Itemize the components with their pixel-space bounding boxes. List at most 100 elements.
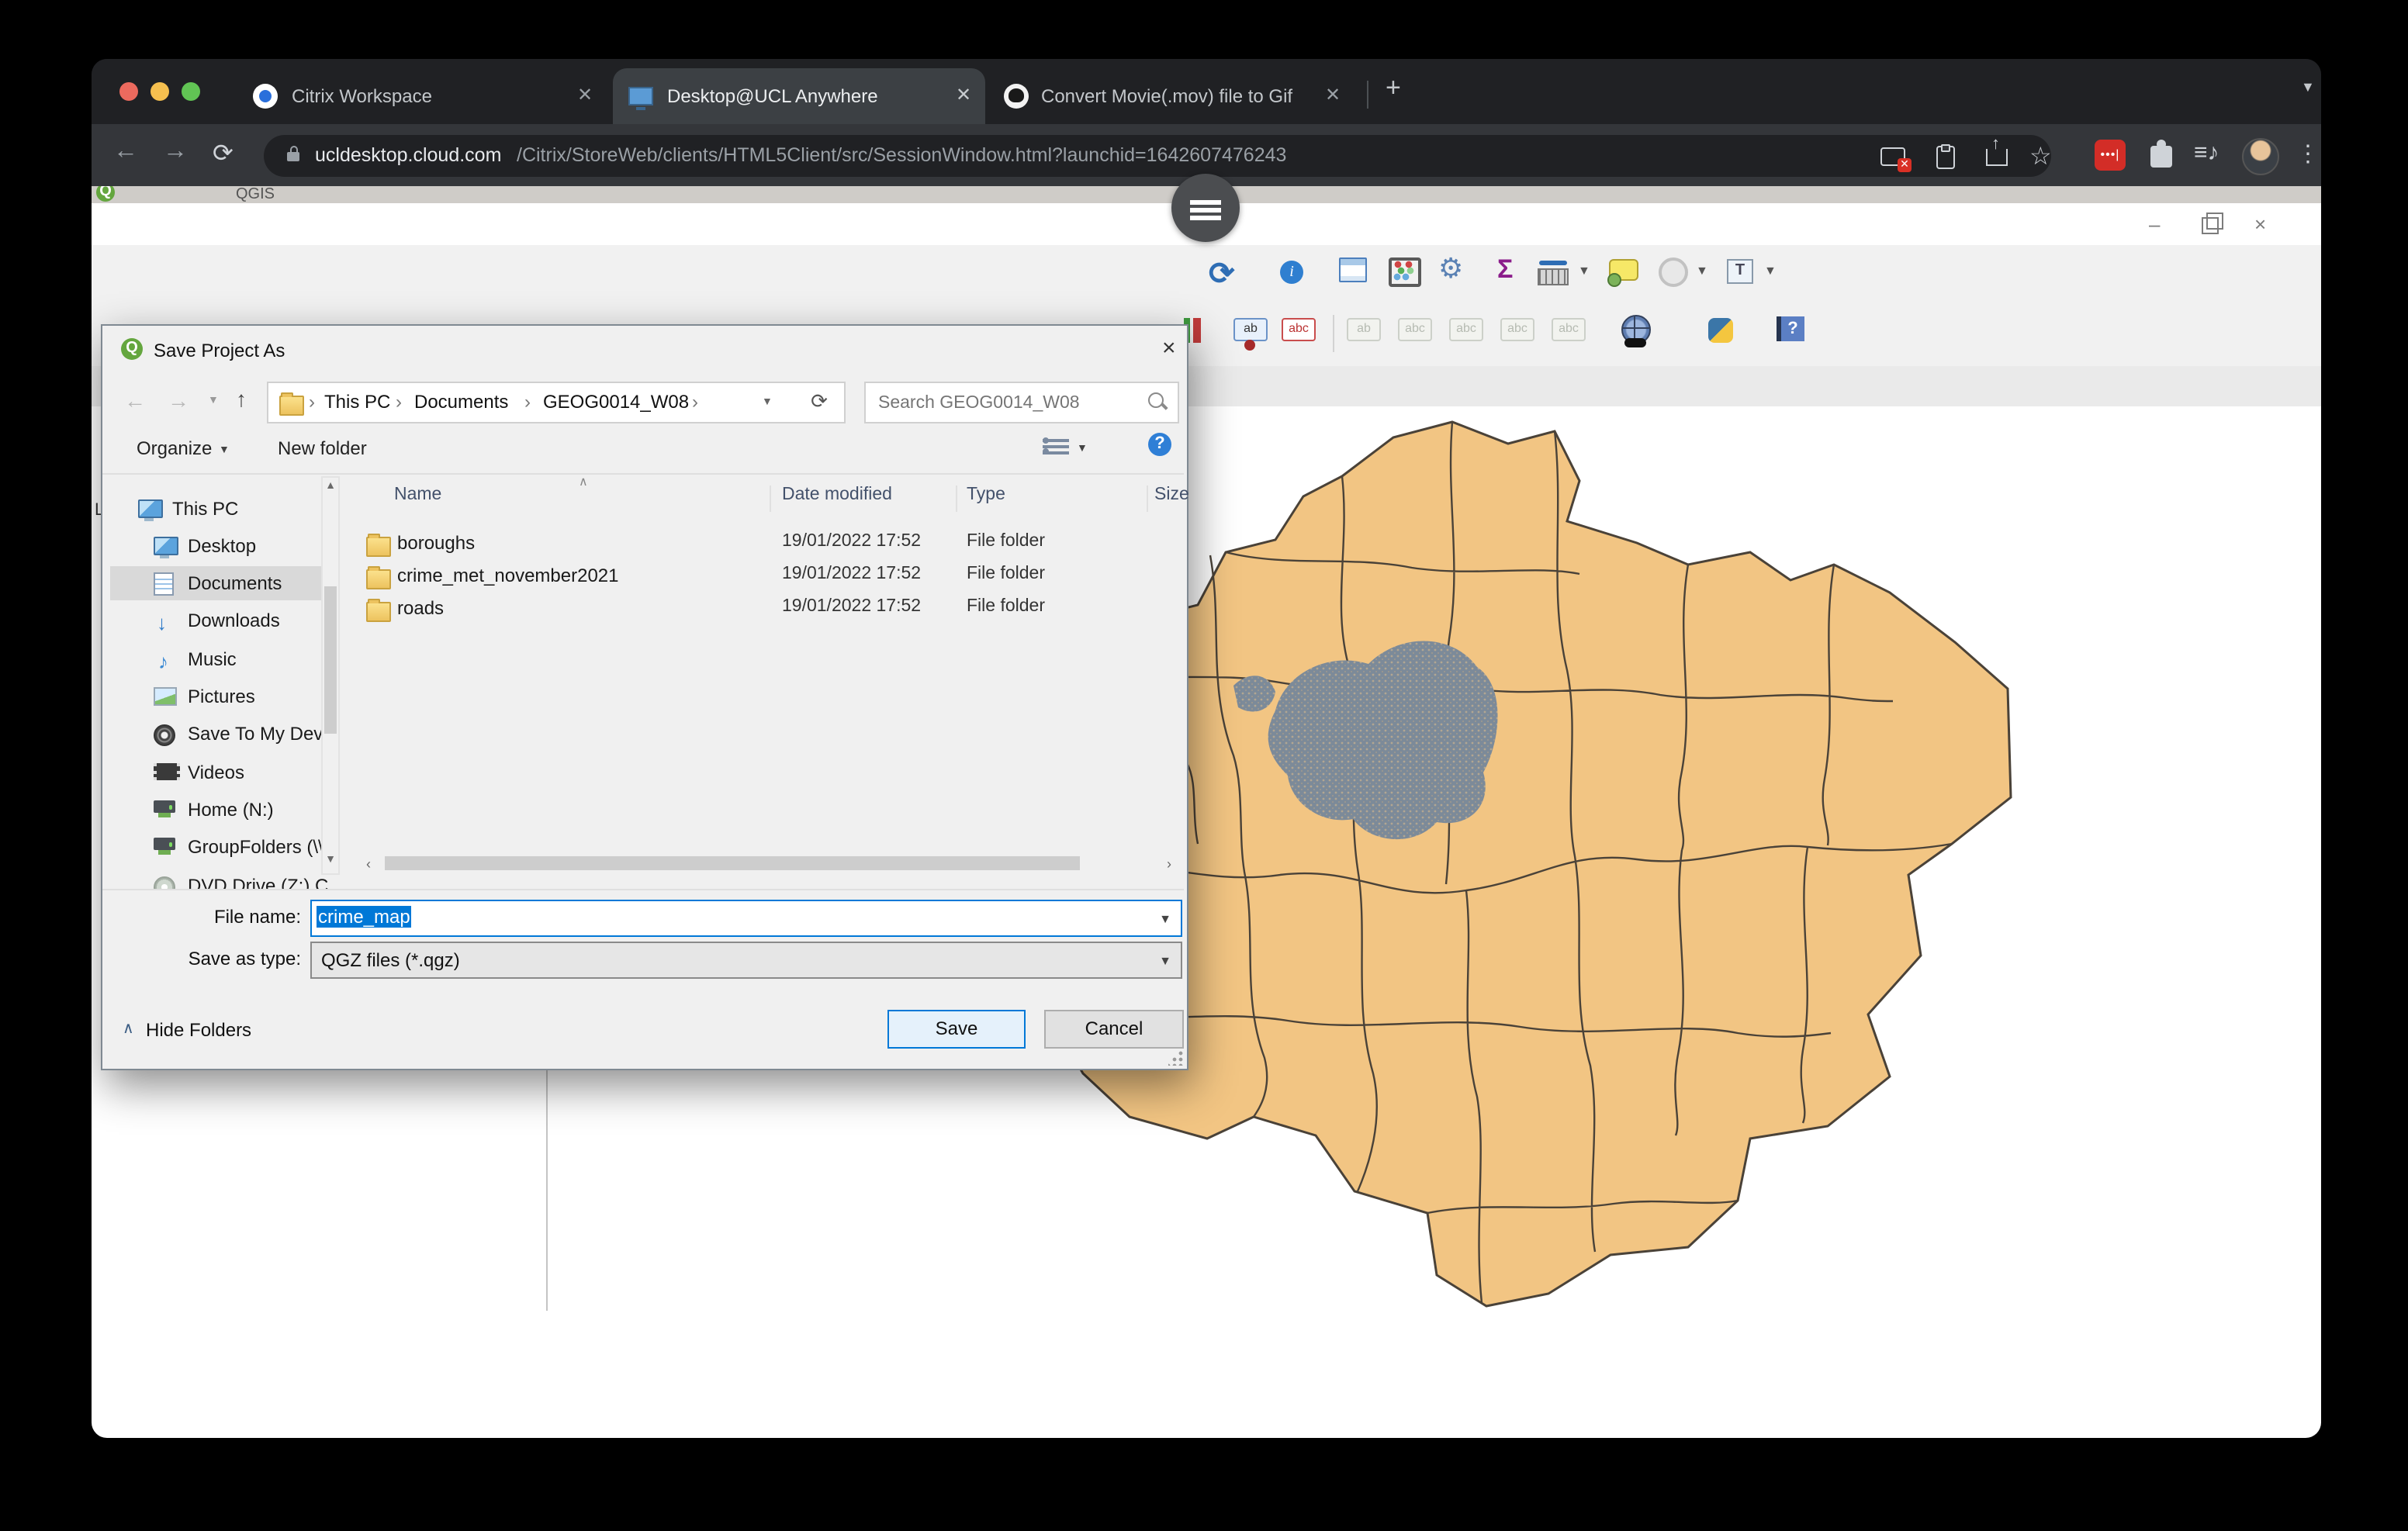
move-label-icon[interactable]: abc <box>1449 318 1483 341</box>
search-input[interactable] <box>875 386 1145 419</box>
refresh-icon[interactable]: ⟳ <box>1209 254 1235 293</box>
highlight-labels-icon[interactable]: abc <box>1398 318 1432 341</box>
extensions-puzzle-icon[interactable] <box>2150 146 2172 168</box>
help-icon[interactable]: ? <box>1777 316 1804 341</box>
clipboard-icon[interactable] <box>1936 146 1955 169</box>
sidebar-item-pictures[interactable]: Pictures <box>110 679 340 714</box>
pin-labels-icon[interactable]: ab <box>1347 318 1381 341</box>
map-tips-icon[interactable] <box>1609 259 1638 281</box>
hide-folders-button[interactable]: Hide Folders <box>146 1019 251 1041</box>
nav-forward-icon[interactable]: → <box>168 388 189 413</box>
view-dropdown-icon[interactable]: ▼ <box>1077 444 1088 454</box>
sidebar-item-downloads[interactable]: ↓ Downloads <box>110 603 340 638</box>
nav-up-icon[interactable]: ↑ <box>236 386 247 411</box>
tab-close-icon[interactable]: ✕ <box>1325 84 1341 105</box>
share-icon[interactable] <box>1986 149 2008 166</box>
minimize-icon[interactable]: – <box>2149 213 2160 236</box>
mac-zoom-button[interactable] <box>182 82 200 101</box>
breadcrumb-dropdown-icon[interactable]: ▼ <box>762 397 773 408</box>
bookmark-icon[interactable] <box>1659 257 1688 287</box>
scroll-up-icon[interactable]: ▲ <box>323 478 338 496</box>
resize-grip[interactable] <box>1168 1050 1184 1066</box>
tab-close-icon[interactable]: ✕ <box>577 84 593 105</box>
view-options-icon[interactable] <box>1043 437 1069 454</box>
sidebar-item-home-drive[interactable]: Home (N:) <box>110 793 340 827</box>
search-box[interactable] <box>864 382 1179 423</box>
file-list-hscrollbar[interactable]: ‹ › <box>363 855 1179 872</box>
change-label-icon[interactable]: abc <box>1552 318 1586 341</box>
label-abc-icon[interactable]: abc <box>1282 318 1316 341</box>
measure-icon[interactable] <box>1538 268 1569 285</box>
sidebar-item-music[interactable]: ♪ Music <box>110 642 340 676</box>
save-as-type-field[interactable]: QGZ files (*.qgz) ▼ <box>310 942 1182 979</box>
file-row-crime-met[interactable]: crime_met_november2021 19/01/2022 17:52 … <box>363 560 1179 593</box>
profile-avatar[interactable] <box>2242 138 2279 175</box>
column-name[interactable]: Name <box>394 486 441 504</box>
sidebar-item-documents[interactable]: Documents <box>110 566 340 600</box>
lastpass-extension-icon[interactable]: •••| <box>2095 140 2126 171</box>
citrix-session-menu-button[interactable] <box>1171 174 1240 242</box>
sidebar-item-this-pc[interactable]: This PC <box>110 492 340 526</box>
file-name-field[interactable]: crime_map ▼ <box>310 900 1182 937</box>
column-size[interactable]: Size <box>1154 486 1189 504</box>
column-date-modified[interactable]: Date modified <box>782 486 892 504</box>
tab-desktop-ucl-anywhere[interactable]: Desktop@UCL Anywhere ✕ <box>613 68 985 124</box>
breadcrumb-documents[interactable]: Documents <box>414 391 508 413</box>
cancel-button[interactable]: Cancel <box>1044 1010 1184 1049</box>
sidebar-item-dvd-drive[interactable]: DVD Drive (Z:) C <box>110 869 340 889</box>
breadcrumb-this-pc[interactable]: This PC <box>324 391 390 413</box>
hscrollbar-thumb[interactable] <box>385 856 1080 870</box>
sum-icon[interactable]: Σ <box>1497 254 1513 285</box>
sidebar-scrollbar[interactable]: ▲ ▼ <box>321 476 340 875</box>
sidebar-item-desktop[interactable]: Desktop <box>110 529 340 563</box>
address-bar[interactable]: ucldesktop.cloud.com /Citrix/StoreWeb/cl… <box>264 135 2051 177</box>
tab-close-icon[interactable]: ✕ <box>956 84 971 105</box>
breadcrumb-bar[interactable]: › This PC › Documents › GEOG0014_W08 › ▼ <box>267 382 797 423</box>
new-tab-button[interactable]: + <box>1386 73 1401 104</box>
close-icon[interactable]: × <box>2254 213 2266 236</box>
nav-back-icon[interactable]: ← <box>124 388 146 413</box>
rotate-label-icon[interactable]: abc <box>1500 318 1534 341</box>
breadcrumb-folder[interactable]: GEOG0014_W08 <box>543 391 689 413</box>
organize-button[interactable]: Organize <box>137 437 212 459</box>
organize-dropdown-icon[interactable]: ▼ <box>219 445 230 456</box>
back-icon[interactable]: ← <box>113 138 138 166</box>
restore-icon[interactable] <box>2202 217 2219 234</box>
nav-history-chevron-icon[interactable]: ▼ <box>208 396 219 406</box>
bookmark-dropdown-icon[interactable]: ▼ <box>1696 264 1708 278</box>
attribute-table-icon[interactable] <box>1339 257 1367 282</box>
forward-icon[interactable]: → <box>163 138 188 166</box>
combo-chevron-icon[interactable]: ▼ <box>1159 954 1171 968</box>
text-annotation-icon[interactable]: T <box>1727 259 1753 284</box>
statistics-icon[interactable] <box>1389 257 1421 287</box>
column-type[interactable]: Type <box>967 486 1005 504</box>
metasearch-icon[interactable] <box>1621 315 1651 344</box>
measure-dropdown-icon[interactable]: ▼ <box>1578 264 1590 278</box>
tab-search-chevron-icon[interactable]: ▼ <box>2301 79 2315 95</box>
combo-chevron-icon[interactable]: ▼ <box>1159 912 1171 926</box>
dialog-close-icon[interactable]: × <box>1162 335 1176 361</box>
tab-citrix-workspace[interactable]: Citrix Workspace ✕ <box>239 68 605 124</box>
mac-close-button[interactable] <box>119 82 138 101</box>
menu-kebab-icon[interactable]: ⋮ <box>2296 140 2320 168</box>
annotation-dropdown-icon[interactable]: ▼ <box>1764 264 1777 278</box>
scroll-right-icon[interactable]: › <box>1167 856 1171 872</box>
sidebar-item-groupfolders[interactable]: GroupFolders (\\ <box>110 830 340 864</box>
labeling-icon[interactable]: ab <box>1233 318 1268 341</box>
new-folder-button[interactable]: New folder <box>278 437 367 459</box>
mac-minimize-button[interactable] <box>150 82 169 101</box>
refresh-button[interactable]: ⟳ <box>794 382 846 423</box>
playlist-extension-icon[interactable]: ≡♪ <box>2194 140 2219 166</box>
save-button[interactable]: Save <box>887 1010 1026 1049</box>
stop-sharing-icon[interactable]: ✕ <box>1880 147 1905 166</box>
scrollbar-thumb[interactable] <box>324 586 337 734</box>
python-console-icon[interactable] <box>1708 318 1733 343</box>
scroll-down-icon[interactable]: ▼ <box>323 852 338 870</box>
bookmark-star-icon[interactable]: ☆ <box>2029 141 2052 172</box>
file-row-boroughs[interactable]: boroughs 19/01/2022 17:52 File folder <box>363 527 1179 560</box>
sidebar-item-save-to-device[interactable]: Save To My Devi <box>110 717 340 751</box>
file-row-roads[interactable]: roads 19/01/2022 17:52 File folder <box>363 593 1179 625</box>
help-icon[interactable]: ? <box>1148 433 1171 456</box>
sidebar-item-videos[interactable]: Videos <box>110 755 340 790</box>
scroll-left-icon[interactable]: ‹ <box>366 856 371 872</box>
